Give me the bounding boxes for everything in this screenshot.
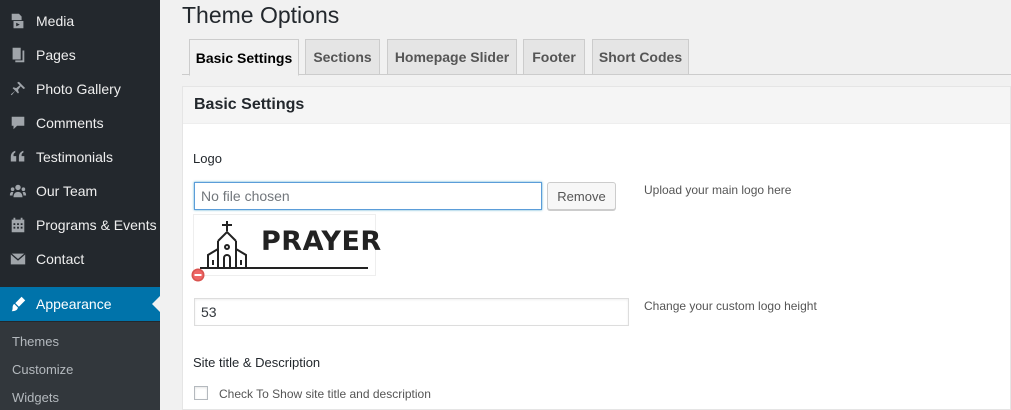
panel-header: Basic Settings: [183, 87, 1010, 124]
envelope-icon: [8, 249, 28, 269]
sidebar-item-label: Comments: [36, 115, 104, 131]
logo-preview: PRAYER: [193, 214, 381, 276]
comments-icon: [8, 113, 28, 133]
sidebar-item-label: Contact: [36, 251, 85, 267]
sidebar-item-photo-gallery[interactable]: Photo Gallery: [0, 72, 160, 106]
sidebar-item-media[interactable]: Media: [0, 4, 160, 38]
sidebar-item-label: Testimonials: [36, 149, 114, 165]
show-site-title-checkbox[interactable]: [194, 386, 208, 400]
logo-underline: [200, 267, 368, 269]
pin-icon: [8, 79, 28, 99]
panel-title: Basic Settings: [194, 96, 305, 113]
team-icon: [8, 181, 28, 201]
sidebar-item-label: Photo Gallery: [36, 81, 121, 97]
logo-file-input[interactable]: [194, 182, 542, 210]
sidebar-item-pages[interactable]: Pages: [0, 38, 160, 72]
tab-sections[interactable]: Sections: [305, 39, 380, 75]
page-title: Theme Options: [182, 2, 340, 28]
quote-icon: [8, 147, 28, 167]
sidebar-item-our-team[interactable]: Our Team: [0, 174, 160, 208]
sidebar-item-label: Media: [36, 13, 75, 29]
calendar-icon: [8, 215, 28, 235]
site-title-label: Site title & Description: [193, 355, 321, 370]
sidebar-item-label: Appearance: [36, 296, 112, 312]
remove-logo-button[interactable]: Remove: [547, 182, 616, 210]
pages-icon: [8, 45, 28, 65]
tab-footer[interactable]: Footer: [523, 39, 585, 75]
sidebar-item-label: Pages: [36, 47, 76, 63]
tab-homepage-slider[interactable]: Homepage Slider: [387, 39, 517, 75]
active-indicator-arrow: [152, 296, 160, 312]
sidebar-item-comments[interactable]: Comments: [0, 106, 160, 140]
church-icon: [207, 221, 247, 267]
sidebar-item-programs-events[interactable]: Programs & Events: [0, 208, 160, 242]
logo-height-description: Change your custom logo height: [644, 299, 817, 313]
sidebar-item-label: Programs & Events: [36, 217, 157, 233]
logo-height-input[interactable]: [194, 298, 629, 326]
media-icon: [8, 11, 28, 31]
submenu-item-widgets[interactable]: Widgets: [12, 390, 59, 405]
tab-short-codes[interactable]: Short Codes: [592, 39, 689, 75]
remove-image-icon[interactable]: [191, 268, 205, 282]
logo-label: Logo: [193, 151, 222, 166]
show-site-title-checkbox-label[interactable]: Check To Show site title and description: [219, 387, 431, 401]
admin-sidebar: Media Pages Photo Gallery Comments Testi…: [0, 0, 160, 410]
brush-icon: [8, 294, 28, 314]
tab-basic-settings[interactable]: Basic Settings: [189, 39, 299, 76]
sidebar-item-appearance[interactable]: Appearance: [0, 287, 160, 321]
submenu-item-customize[interactable]: Customize: [12, 362, 73, 377]
sidebar-item-label: Our Team: [36, 183, 98, 199]
logo-description: Upload your main logo here: [644, 183, 792, 197]
submenu-item-themes[interactable]: Themes: [12, 334, 59, 349]
sidebar-item-contact[interactable]: Contact: [0, 242, 160, 276]
sidebar-item-testimonials[interactable]: Testimonials: [0, 140, 160, 174]
logo-wordmark: PRAYER: [261, 226, 382, 257]
